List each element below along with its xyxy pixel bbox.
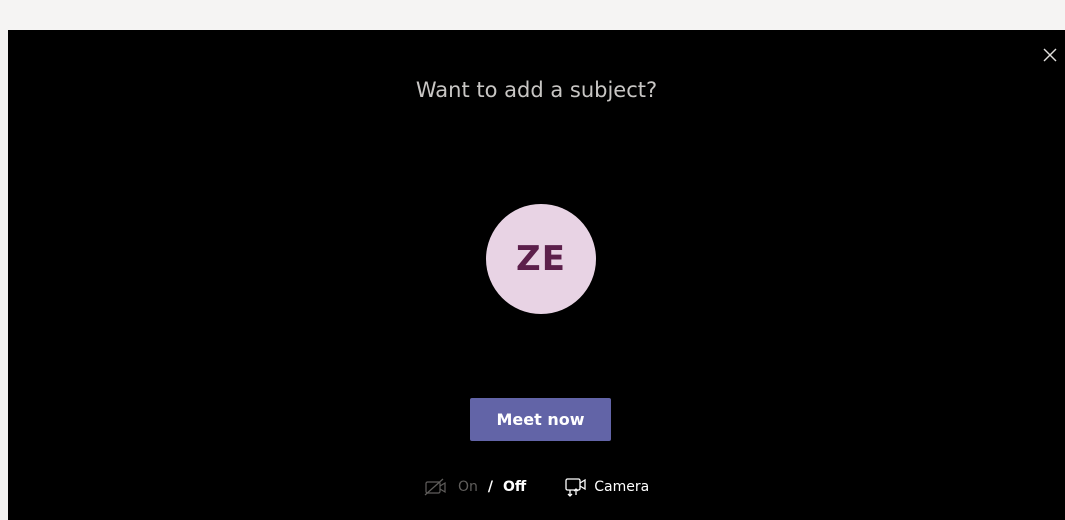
close-icon (1043, 48, 1057, 62)
camera-label: Camera (594, 479, 650, 495)
video-toggle[interactable]: On / Off (424, 477, 526, 497)
close-button[interactable] (1039, 44, 1061, 66)
toggle-separator: / (487, 479, 494, 495)
avatar-initials: ZE (516, 239, 566, 279)
video-on-label: On (458, 479, 478, 495)
meet-now-dialog: ZE Meet now On / Off Camera (8, 30, 1065, 520)
window-top-strip (0, 0, 1065, 30)
subject-field-container (8, 74, 1065, 106)
camera-settings-icon (565, 478, 586, 497)
video-controls: On / Off Camera (424, 476, 649, 498)
avatar: ZE (486, 204, 596, 314)
meet-now-button[interactable]: Meet now (470, 398, 611, 441)
camera-settings-button[interactable]: Camera (564, 476, 649, 498)
video-off-icon (424, 478, 446, 496)
video-off-label: Off (503, 479, 527, 495)
subject-input[interactable] (326, 74, 747, 106)
